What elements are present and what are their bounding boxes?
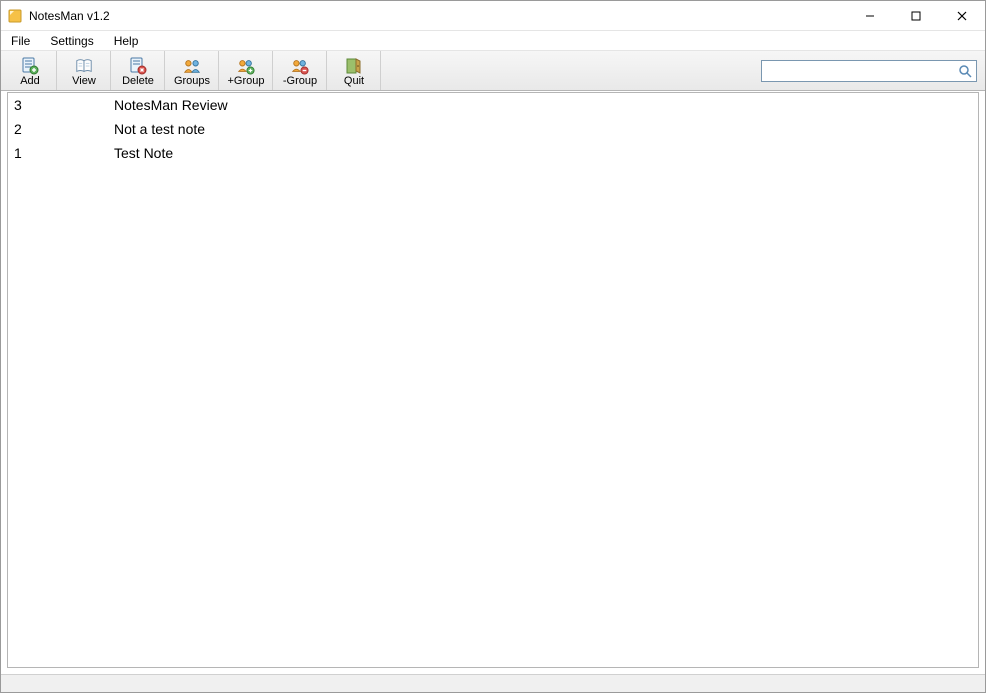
open-book-icon — [75, 57, 93, 75]
view-button[interactable]: View — [57, 51, 111, 90]
note-title: Not a test note — [114, 121, 978, 137]
toolbar-label: View — [72, 76, 96, 87]
menu-help[interactable]: Help — [110, 33, 143, 49]
toolbar-label: Groups — [174, 76, 210, 87]
app-icon — [7, 8, 23, 24]
note-title: Test Note — [114, 145, 978, 161]
note-title: NotesMan Review — [114, 97, 978, 113]
remove-group-button[interactable]: -Group — [273, 51, 327, 90]
toolbar-label: Add — [20, 76, 40, 87]
search-icon[interactable] — [958, 64, 972, 78]
toolbar-label: Quit — [344, 76, 364, 87]
list-item[interactable]: 2 Not a test note — [8, 117, 978, 141]
add-note-icon — [21, 57, 39, 75]
notes-list[interactable]: 3 NotesMan Review 2 Not a test note 1 Te… — [7, 92, 979, 668]
remove-group-icon — [291, 57, 309, 75]
toolbar-label: Delete — [122, 76, 154, 87]
close-button[interactable] — [939, 1, 985, 30]
delete-note-icon — [129, 57, 147, 75]
add-button[interactable]: Add — [3, 51, 57, 90]
menu-file[interactable]: File — [7, 33, 34, 49]
menu-settings[interactable]: Settings — [46, 33, 97, 49]
list-item[interactable]: 1 Test Note — [8, 141, 978, 165]
note-id: 3 — [14, 97, 114, 113]
search-input[interactable] — [766, 62, 954, 80]
delete-button[interactable]: Delete — [111, 51, 165, 90]
app-window: NotesMan v1.2 File Settings Help — [0, 0, 986, 693]
toolbar-label: +Group — [228, 76, 265, 87]
minimize-button[interactable] — [847, 1, 893, 30]
menubar: File Settings Help — [1, 31, 985, 51]
search-wrap — [755, 51, 983, 90]
note-id: 1 — [14, 145, 114, 161]
add-group-button[interactable]: +Group — [219, 51, 273, 90]
toolbar: Add View — [1, 51, 985, 91]
note-id: 2 — [14, 121, 114, 137]
add-group-icon — [237, 57, 255, 75]
titlebar: NotesMan v1.2 — [1, 1, 985, 31]
list-item[interactable]: 3 NotesMan Review — [8, 93, 978, 117]
quit-button[interactable]: Quit — [327, 51, 381, 90]
maximize-button[interactable] — [893, 1, 939, 30]
groups-button[interactable]: Groups — [165, 51, 219, 90]
window-controls — [847, 1, 985, 30]
exit-icon — [345, 57, 363, 75]
window-title: NotesMan v1.2 — [29, 9, 110, 23]
groups-icon — [183, 57, 201, 75]
search-box[interactable] — [761, 60, 977, 82]
toolbar-label: -Group — [283, 76, 317, 87]
statusbar — [1, 674, 985, 692]
